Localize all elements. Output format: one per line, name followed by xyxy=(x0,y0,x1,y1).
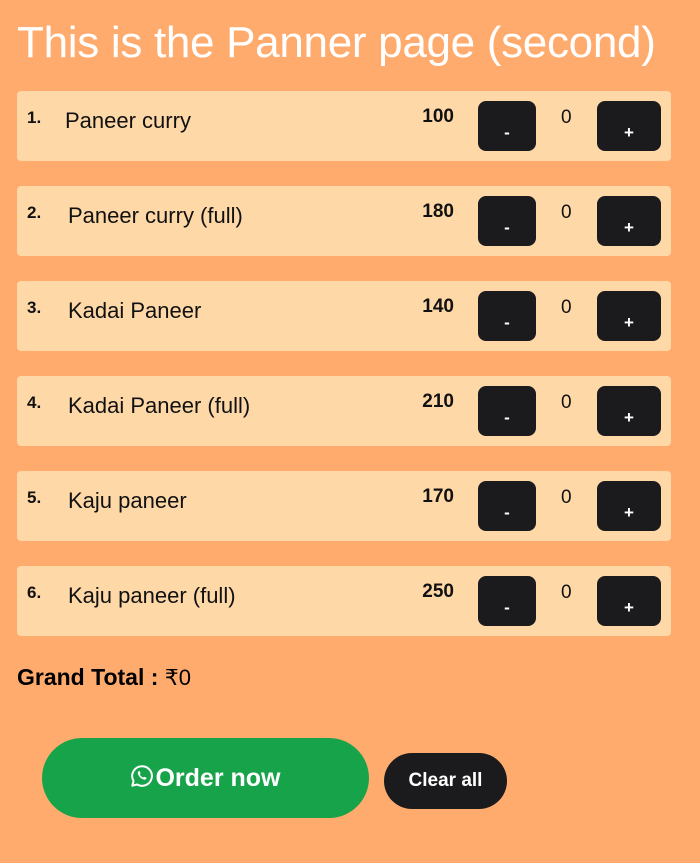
decrement-button[interactable]: - xyxy=(478,386,536,436)
item-quantity: 0 xyxy=(561,487,572,508)
item-price: 140 xyxy=(422,296,454,317)
order-now-button[interactable]: Order now xyxy=(42,738,369,818)
item-number: 5. xyxy=(27,488,42,507)
menu-item: 6. Kaju paneer (full) 250 - 0 + xyxy=(17,566,671,636)
menu-item: 4. Kadai Paneer (full) 210 - 0 + xyxy=(17,376,671,446)
increment-button[interactable]: + xyxy=(597,386,661,436)
page-title: This is the Panner page (second) xyxy=(17,18,656,67)
clear-all-button[interactable]: Clear all xyxy=(384,753,507,809)
menu-list: 1. Paneer curry 100 - 0 + 2. Paneer curr… xyxy=(17,91,671,661)
item-name: Kaju paneer xyxy=(68,488,187,513)
whatsapp-icon xyxy=(130,764,154,788)
menu-item: 5. Kaju paneer 170 - 0 + xyxy=(17,471,671,541)
grand-total: Grand Total : ₹0 xyxy=(17,664,191,691)
item-price: 100 xyxy=(422,106,454,127)
item-number: 2. xyxy=(27,203,42,222)
menu-item: 2. Paneer curry (full) 180 - 0 + xyxy=(17,186,671,256)
grand-total-label: Grand Total : xyxy=(17,664,159,690)
decrement-button[interactable]: - xyxy=(478,576,536,626)
item-quantity: 0 xyxy=(561,297,572,318)
decrement-button[interactable]: - xyxy=(478,481,536,531)
item-quantity: 0 xyxy=(561,107,572,128)
increment-button[interactable]: + xyxy=(597,576,661,626)
item-name: Paneer curry xyxy=(65,108,191,133)
increment-button[interactable]: + xyxy=(597,481,661,531)
increment-button[interactable]: + xyxy=(597,101,661,151)
item-number: 4. xyxy=(27,393,42,412)
menu-item: 3. Kadai Paneer 140 - 0 + xyxy=(17,281,671,351)
grand-total-value: ₹0 xyxy=(164,665,192,690)
item-quantity: 0 xyxy=(561,582,572,603)
item-name: Kadai Paneer (full) xyxy=(68,393,251,418)
item-number: 1. xyxy=(27,108,42,127)
item-number: 3. xyxy=(27,298,42,317)
decrement-button[interactable]: - xyxy=(478,101,536,151)
decrement-button[interactable]: - xyxy=(478,291,536,341)
item-name: Kaju paneer (full) xyxy=(68,583,236,608)
order-now-label: Order now xyxy=(155,763,281,792)
item-price: 170 xyxy=(422,486,454,507)
item-quantity: 0 xyxy=(561,202,572,223)
item-price: 180 xyxy=(422,201,454,222)
increment-button[interactable]: + xyxy=(597,291,661,341)
decrement-button[interactable]: - xyxy=(478,196,536,246)
item-price: 250 xyxy=(422,581,454,602)
item-price: 210 xyxy=(422,391,454,412)
item-name: Kadai Paneer xyxy=(68,298,202,323)
item-number: 6. xyxy=(27,583,42,602)
menu-item: 1. Paneer curry 100 - 0 + xyxy=(17,91,671,161)
increment-button[interactable]: + xyxy=(597,196,661,246)
item-quantity: 0 xyxy=(561,392,572,413)
item-name: Paneer curry (full) xyxy=(68,203,243,228)
